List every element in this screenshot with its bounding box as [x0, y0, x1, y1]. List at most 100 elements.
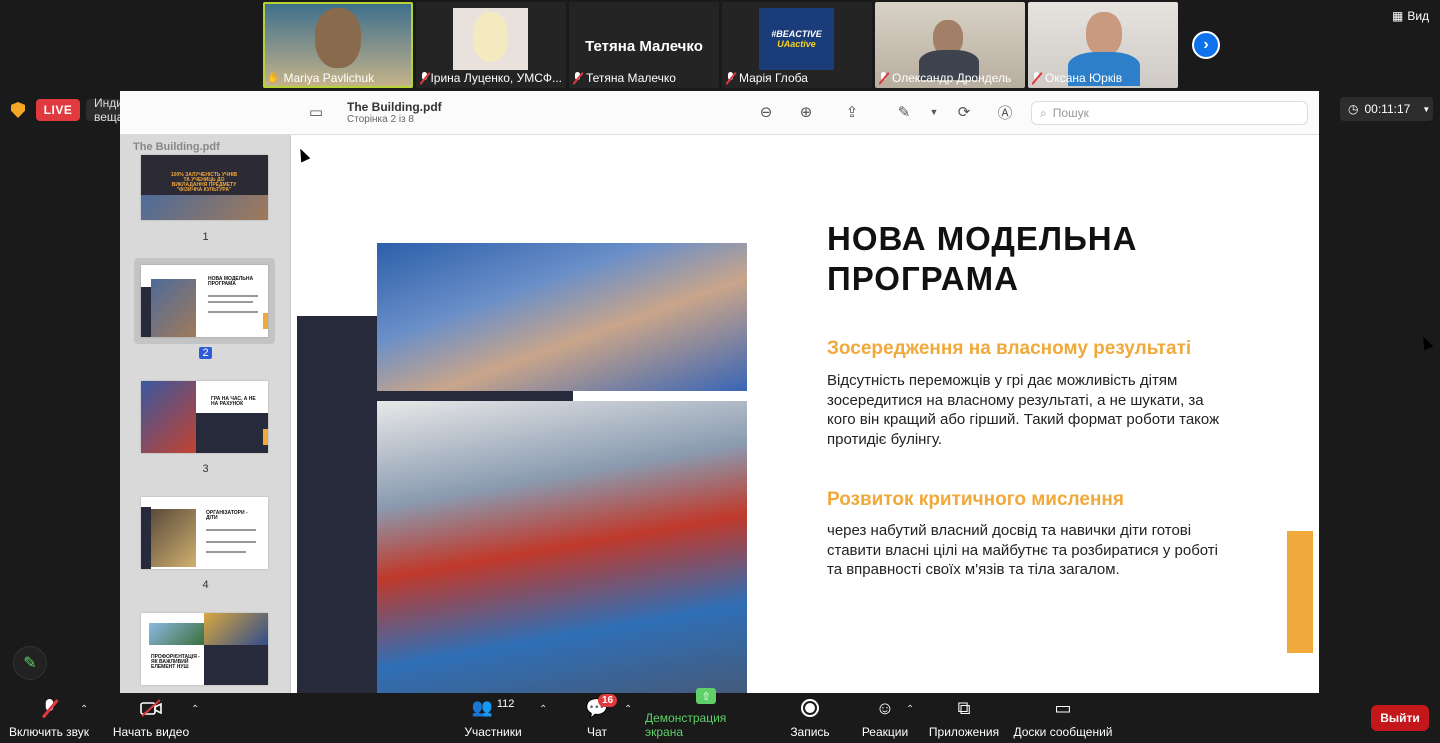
slide-dark-block: [297, 316, 377, 693]
participant-name: Олександр Дрондель: [879, 71, 1021, 85]
participant-tile-maria[interactable]: #BEACTIVE UAactive Марія Глоба: [722, 2, 872, 88]
slide-heading-1: Зосередження на власному результаті: [827, 338, 1192, 359]
rotate-icon[interactable]: ⟳: [955, 103, 973, 121]
participant-name: ✋ Mariya Pavlichuk: [267, 71, 375, 85]
audio-options-chevron-icon[interactable]: ⌃: [80, 704, 88, 715]
chevron-down-icon[interactable]: ▼: [925, 103, 943, 121]
thumbnail-text: ГРА НА ЧАС, А НЕ НА РАХУНОК: [211, 396, 256, 407]
slide-accent-bar: [1287, 531, 1313, 653]
thumbnail-page-2[interactable]: НОВА МОДЕЛЬНА ПРОГРАМА: [141, 265, 268, 337]
security-shield-icon[interactable]: [11, 102, 25, 118]
mouse-cursor-icon: [1418, 334, 1434, 351]
share-icon[interactable]: ⇪: [843, 103, 861, 121]
mic-muted-icon: [38, 698, 60, 718]
pdf-title: The Building.pdf: [347, 100, 442, 114]
thumbnail-page-1[interactable]: 100% ЗАЛУЧЕНІСТЬ УЧНІВ ТА УЧЕНИЦЬ ДО ВИК…: [141, 155, 268, 220]
slide-paragraph-2: через набутий власний досвід та навички …: [827, 522, 1219, 579]
share-screen-button[interactable]: ⇧ Демонстрация экрана: [645, 688, 767, 743]
shared-screen: ▭ The Building.pdf Сторінка 2 із 8 ⊖ ⊕ ⇪…: [120, 91, 1319, 693]
unmute-button[interactable]: Включить звук: [8, 693, 90, 743]
pdf-toolbar: ▭ The Building.pdf Сторінка 2 із 8 ⊖ ⊕ ⇪…: [120, 91, 1319, 135]
pdf-search-input[interactable]: ⌕ Пошук: [1031, 101, 1308, 125]
whiteboard-icon: ▭: [1054, 697, 1072, 718]
zoom-out-icon[interactable]: ⊖: [757, 103, 775, 121]
timer-text: 00:11:17: [1364, 102, 1411, 116]
meeting-timer[interactable]: ◷ 00:11:17 ▼: [1340, 97, 1433, 121]
participant-tile-mariya[interactable]: ✋ Mariya Pavlichuk: [263, 2, 413, 88]
raised-hand-icon: ✋: [267, 72, 280, 84]
thumbnail-text: НОВА МОДЕЛЬНА ПРОГРАМА: [208, 276, 254, 287]
participant-tile-iryna[interactable]: Ірина Луценко, УМСФ...: [416, 2, 566, 88]
apps-icon: ⧉: [957, 697, 971, 718]
page-number-3: 3: [202, 463, 209, 475]
logo-text: #BEACTIVE: [771, 29, 822, 39]
participant-tile-oksana[interactable]: Оксана Юрків: [1028, 2, 1178, 88]
reactions-options-chevron-icon[interactable]: ⌃: [906, 704, 914, 715]
whiteboards-button[interactable]: ▭ Доски сообщений: [1012, 693, 1114, 743]
video-off-icon: [140, 698, 162, 718]
participant-video: [1086, 12, 1122, 56]
record-button[interactable]: Запись: [787, 693, 833, 743]
chat-label: Чат: [587, 725, 607, 739]
participant-tile-oleksandr[interactable]: Олександр Дрондель: [875, 2, 1025, 88]
markup-icon[interactable]: Ⓐ: [996, 103, 1014, 122]
start-video-button[interactable]: Начать видео: [112, 693, 190, 743]
participant-display-name: Тетяна Малечко: [585, 38, 703, 55]
participants-options-chevron-icon[interactable]: ⌃: [539, 704, 547, 715]
page-number-1: 1: [202, 231, 209, 243]
start-video-label: Начать видео: [112, 725, 190, 739]
participant-name: Ірина Луценко, УМСФ...: [420, 71, 562, 85]
participants-icon: 👥 112: [471, 698, 515, 717]
pen-icon[interactable]: ✎: [895, 103, 913, 121]
view-label: Вид: [1407, 9, 1430, 23]
chat-icon: 💬 16: [586, 694, 618, 718]
annotate-pencil-button[interactable]: ✎: [13, 646, 47, 680]
sidebar-title: The Building.pdf: [133, 141, 220, 153]
page-number-4: 4: [202, 579, 209, 591]
participant-video: [315, 8, 361, 68]
participants-label: Участники: [464, 725, 522, 739]
thumbnail-page-5[interactable]: ПРОФОРІЄНТАЦІЯ - ЯК ВАЖЛИВИЙ ЕЛЕМЕНТ НУШ: [141, 613, 268, 685]
record-icon: [799, 698, 821, 718]
page-number-2: 2: [120, 347, 291, 359]
chevron-down-icon: ▼: [1422, 104, 1431, 114]
slide-photo-kids: [377, 401, 747, 693]
pdf-thumbnail-sidebar: The Building.pdf 100% ЗАЛУЧЕНІСТЬ УЧНІВ …: [120, 135, 291, 693]
leave-meeting-button[interactable]: Выйти: [1371, 705, 1429, 731]
participant-tile-tetiana[interactable]: Тетяна Малечко Тетяна Малечко: [569, 2, 719, 88]
participant-avatar: #BEACTIVE UAactive: [759, 8, 834, 70]
logo-text: UAactive: [777, 39, 816, 49]
thumbnail-page-3[interactable]: ГРА НА ЧАС, А НЕ НА РАХУНОК: [141, 381, 268, 453]
whiteboards-label: Доски сообщений: [1013, 725, 1113, 739]
search-icon: ⌕: [1040, 105, 1047, 120]
record-label: Запись: [790, 725, 830, 739]
mic-muted-icon: [420, 72, 428, 84]
share-screen-label: Демонстрация экрана: [645, 711, 727, 739]
participant-avatar: [453, 8, 528, 70]
participants-button[interactable]: 👥 112 Участники: [462, 693, 524, 743]
sidebar-toggle-icon[interactable]: ▭: [307, 103, 325, 121]
thumbnail-page-4[interactable]: ОРГАНІЗАТОРИ - ДІТИ: [141, 497, 268, 569]
chat-button[interactable]: 💬 16 Чат: [580, 693, 618, 743]
smiley-icon: ☺: [875, 697, 895, 718]
thumbnail-text: ПРОФОРІЄНТАЦІЯ - ЯК ВАЖЛИВИЙ ЕЛЕМЕНТ НУШ: [151, 654, 200, 670]
mic-muted-icon: [879, 72, 888, 84]
meeting-toolbar: Включить звук ⌃ Начать видео ⌃ 👥 112 Учас…: [0, 688, 1440, 743]
pdf-slide: НОВА МОДЕЛЬНА ПРОГРАМА Зосередження на вл…: [297, 135, 1319, 693]
apps-label: Приложения: [928, 725, 1000, 739]
participants-count: 112: [496, 698, 515, 710]
reactions-button[interactable]: ☺ Реакции: [860, 693, 910, 743]
chat-options-chevron-icon[interactable]: ⌃: [624, 704, 632, 715]
apps-button[interactable]: ⧉ Приложения: [928, 693, 1000, 743]
video-options-chevron-icon[interactable]: ⌃: [191, 704, 199, 715]
view-button[interactable]: ▦ Вид: [1392, 9, 1429, 23]
chat-badge: 16: [598, 694, 618, 707]
mic-muted-icon: [573, 72, 582, 84]
zoom-in-icon[interactable]: ⊕: [797, 103, 815, 121]
grid-view-icon: ▦: [1392, 9, 1404, 23]
live-badge[interactable]: LIVE: [36, 99, 80, 121]
slide-photo-gym: [377, 243, 747, 391]
thumbnail-text: 100% ЗАЛУЧЕНІСТЬ УЧНІВ ТА УЧЕНИЦЬ ДО ВИК…: [170, 172, 238, 193]
next-participants-button[interactable]: ›: [1192, 31, 1220, 59]
mic-muted-icon: [726, 72, 735, 84]
